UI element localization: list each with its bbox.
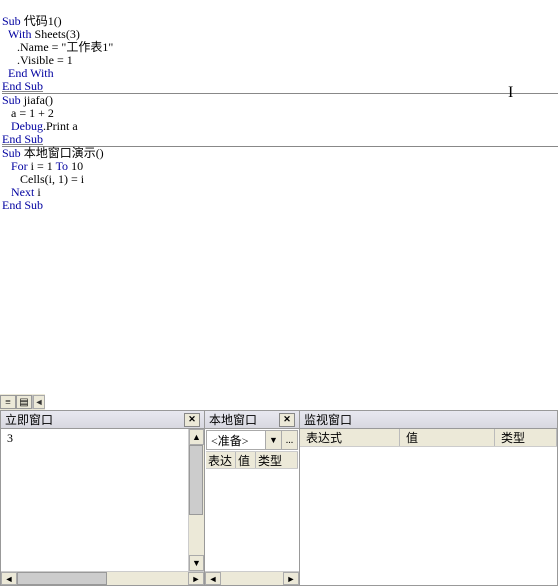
code-content[interactable]: Sub 代码1() With Sheets(3) .Name = "工作表1" … bbox=[0, 0, 558, 225]
close-icon: ✕ bbox=[283, 414, 291, 425]
vertical-scrollbar[interactable]: ▲ ▼ bbox=[188, 429, 204, 571]
code-text: 代码1() bbox=[24, 14, 62, 28]
scroll-thumb[interactable] bbox=[189, 445, 203, 515]
full-module-view-button[interactable]: ≡ bbox=[0, 395, 16, 409]
chevron-down-icon[interactable]: ▼ bbox=[265, 431, 281, 449]
keyword: End Sub bbox=[2, 132, 43, 146]
scroll-right-button[interactable]: ► bbox=[188, 572, 204, 585]
call-stack-button[interactable]: ... bbox=[281, 431, 297, 449]
locals-window-body: <准备> ▼ ... 表达 值 类型 bbox=[205, 429, 299, 585]
locals-header-expr[interactable]: 表达 bbox=[206, 452, 236, 468]
scroll-up-button[interactable]: ▲ bbox=[189, 429, 204, 445]
code-nav-bar: ≡ ▤ ◄ bbox=[0, 394, 45, 410]
watch-header-expr[interactable]: 表达式 bbox=[300, 429, 400, 446]
keyword: End With bbox=[2, 66, 54, 80]
horizontal-scrollbar[interactable]: ◄ ► bbox=[205, 571, 299, 585]
code-text: i bbox=[37, 185, 40, 199]
locals-window-title-bar[interactable]: 本地窗口 ✕ bbox=[205, 411, 299, 429]
proc-separator bbox=[2, 93, 558, 94]
locals-header-value[interactable]: 值 bbox=[236, 452, 256, 468]
code-text: .Print a bbox=[43, 119, 78, 133]
keyword: Debug bbox=[2, 119, 43, 133]
keyword: Sub bbox=[2, 14, 24, 28]
code-text: .Visible = 1 bbox=[2, 53, 73, 67]
context-value: <准备> bbox=[207, 432, 265, 449]
code-text: a = 1 + 2 bbox=[2, 106, 54, 120]
watch-window-body[interactable]: 表达式 值 类型 bbox=[300, 429, 557, 585]
watch-header-value[interactable]: 值 bbox=[400, 429, 495, 446]
code-text: jiafa() bbox=[24, 93, 53, 107]
scroll-thumb[interactable] bbox=[17, 572, 107, 585]
keyword: For bbox=[2, 159, 31, 173]
scroll-track[interactable] bbox=[221, 572, 283, 585]
code-editor-pane[interactable]: Sub 代码1() With Sheets(3) .Name = "工作表1" … bbox=[0, 0, 558, 410]
scroll-track[interactable] bbox=[107, 572, 188, 585]
code-text: 本地窗口演示() bbox=[24, 146, 104, 160]
code-text: 10 bbox=[71, 159, 83, 173]
watch-window[interactable]: 监视窗口 表达式 值 类型 bbox=[300, 410, 558, 586]
keyword: Sub bbox=[2, 146, 24, 160]
close-button[interactable]: ✕ bbox=[279, 413, 295, 427]
locals-header-type[interactable]: 类型 bbox=[256, 452, 298, 468]
watch-window-title: 监视窗口 bbox=[304, 411, 352, 428]
close-button[interactable]: ✕ bbox=[184, 413, 200, 427]
watch-header-type[interactable]: 类型 bbox=[495, 429, 557, 446]
text-cursor-icon: I bbox=[508, 84, 513, 102]
keyword: End Sub bbox=[2, 198, 43, 212]
scroll-left-button[interactable]: ◄ bbox=[1, 572, 17, 585]
watch-window-title-bar[interactable]: 监视窗口 bbox=[300, 411, 557, 429]
keyword: End Sub bbox=[2, 79, 43, 93]
procedure-view-button[interactable]: ▤ bbox=[16, 395, 32, 409]
immediate-output: 3 bbox=[7, 431, 13, 445]
scroll-left-button[interactable]: ◄ bbox=[205, 572, 221, 585]
locals-window[interactable]: 本地窗口 ✕ <准备> ▼ ... 表达 值 类型 ◄ ► bbox=[205, 410, 300, 586]
code-text: i = 1 bbox=[31, 159, 56, 173]
watch-headers: 表达式 值 类型 bbox=[300, 429, 557, 447]
keyword: With bbox=[2, 27, 35, 41]
close-icon: ✕ bbox=[188, 414, 196, 425]
context-combo[interactable]: <准备> ▼ ... bbox=[206, 430, 298, 450]
hscroll-left-button[interactable]: ◄ bbox=[33, 395, 45, 409]
locals-window-title: 本地窗口 bbox=[209, 411, 257, 428]
keyword: To bbox=[56, 159, 72, 173]
locals-headers: 表达 值 类型 bbox=[206, 451, 298, 469]
scroll-down-button[interactable]: ▼ bbox=[189, 555, 204, 571]
horizontal-scrollbar[interactable]: ◄ ► bbox=[1, 571, 204, 585]
bottom-panels: 立即窗口 ✕ 3 ▲ ▼ ◄ ► 本地窗口 ✕ <准备> ▼ ... bbox=[0, 410, 558, 586]
scroll-right-button[interactable]: ► bbox=[283, 572, 299, 585]
immediate-window-title-bar[interactable]: 立即窗口 ✕ bbox=[1, 411, 204, 429]
immediate-window[interactable]: 立即窗口 ✕ 3 ▲ ▼ ◄ ► bbox=[0, 410, 205, 586]
immediate-window-body[interactable]: 3 bbox=[1, 429, 204, 585]
keyword: Next bbox=[2, 185, 37, 199]
immediate-window-title: 立即窗口 bbox=[5, 411, 53, 428]
keyword: Sub bbox=[2, 93, 24, 107]
code-text: Cells(i, 1) = i bbox=[2, 172, 84, 186]
code-text: .Name = "工作表1" bbox=[2, 40, 113, 54]
code-text: Sheets(3) bbox=[35, 27, 80, 41]
